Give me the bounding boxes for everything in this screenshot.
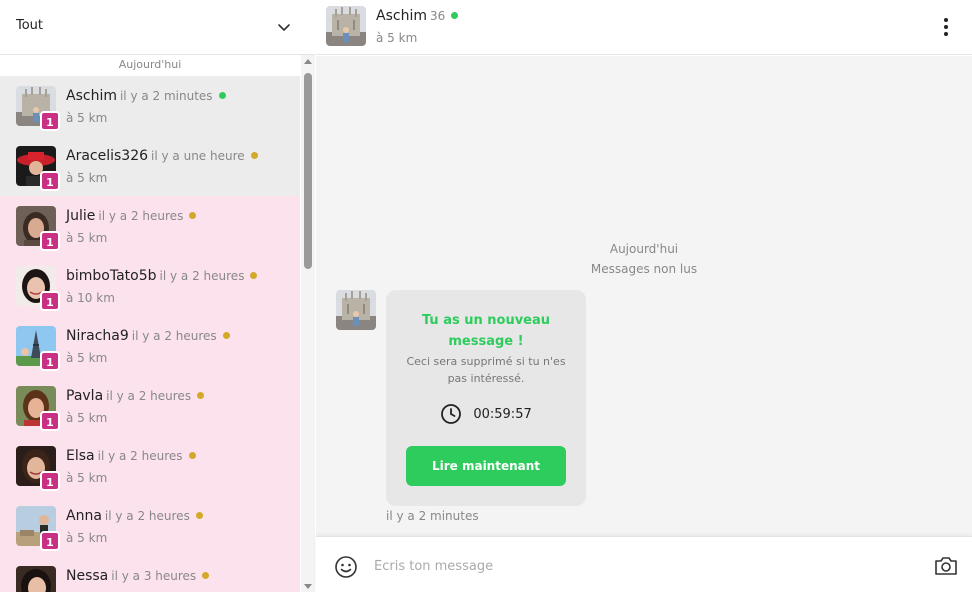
conversation-item[interactable]: 1 bimboTato5b il y a 2 heures à 10 km (0, 256, 300, 316)
away-status-dot (197, 392, 205, 399)
more-vertical-icon[interactable] (936, 16, 956, 38)
conversation-list-wrapper: Aujourd'hui 1 Aschim il y a 2 minutes à 5 k… (0, 55, 315, 592)
chat-body: Aujourd'hui Messages non lus Tu as un no… (316, 56, 972, 536)
unread-count-badge: 1 (40, 231, 60, 251)
conversation-name: Elsa (66, 448, 95, 464)
message-input[interactable] (374, 553, 914, 579)
away-status-dot (202, 572, 210, 579)
clock-icon (441, 404, 462, 424)
conversation-time: il y a une heure (151, 149, 245, 163)
conversation-distance: à 5 km (66, 231, 108, 245)
away-status-dot (195, 512, 203, 519)
conversation-time: il y a 2 minutes (119, 89, 213, 103)
chat-user-age: 36 (429, 9, 446, 23)
chat-day-separator: Aujourd'hui (609, 242, 679, 256)
message-composer (316, 536, 972, 592)
conversation-name: Julie (66, 208, 96, 224)
chat-user-name: Aschim 36 (376, 8, 459, 24)
avatar (16, 566, 56, 592)
read-now-button[interactable]: Lire maintenant (406, 446, 566, 486)
scrollbar[interactable] (301, 55, 315, 592)
conversation-time: il y a 2 heures (159, 269, 245, 283)
card-subtitle: Ceci sera supprimé si tu n'es pas intére… (406, 355, 566, 385)
away-status-dot (250, 152, 258, 159)
chat-user-distance: à 5 km (376, 31, 418, 45)
conversation-time: il y a 2 heures (97, 449, 183, 463)
conversation-name: Niracha9 (66, 328, 129, 344)
unread-count-badge: 1 (40, 111, 60, 131)
conversation-item[interactable]: 1 Niracha9 il y a 2 heures à 5 km (0, 316, 300, 376)
conversation-distance: à 5 km (66, 111, 108, 125)
conversation-name: bimboTato5b (66, 268, 157, 284)
conversation-time: il y a 3 heures (111, 569, 197, 583)
day-separator: Aujourd'hui (118, 58, 182, 71)
filter-dropdown[interactable]: Tout (0, 0, 315, 55)
conversation-item[interactable]: 1 Anna il y a 2 heures à 5 km (0, 496, 300, 556)
conversation-header: Niracha9 il y a 2 heures (66, 328, 230, 344)
unread-count-badge: 1 (40, 351, 60, 371)
unread-count-badge: 1 (40, 411, 60, 431)
conversation-header: Anna il y a 2 heures (66, 508, 203, 524)
conversation-distance: à 5 km (66, 171, 108, 185)
conversation-header: Pavla il y a 2 heures (66, 388, 205, 404)
message-avatar[interactable] (336, 290, 376, 330)
conversation-header: Aschim il y a 2 minutes (66, 88, 226, 104)
chevron-down-icon (278, 24, 290, 31)
avatar[interactable] (326, 6, 366, 46)
conversation-item[interactable]: 1 Pavla il y a 2 heures à 5 km (0, 376, 300, 436)
away-status-dot (222, 332, 230, 339)
conversation-header: Elsa il y a 2 heures (66, 448, 196, 464)
conversation-name: Nessa (66, 568, 109, 584)
unread-messages-label: Messages non lus (590, 262, 698, 276)
conversation-distance: à 5 km (66, 471, 108, 485)
conversation-item[interactable]: 1 Aracelis326 il y a une heure à 5 km (0, 136, 300, 196)
countdown-value: 00:59:57 (473, 406, 532, 422)
away-status-dot (189, 212, 197, 219)
conversation-distance: à 5 km (66, 411, 108, 425)
new-message-card: Tu as un nouveau message ! Ceci sera sup… (386, 290, 586, 506)
unread-count-badge: 1 (40, 531, 60, 551)
conversation-header: Aracelis326 il y a une heure (66, 148, 258, 164)
online-status-dot (218, 92, 226, 99)
online-status-dot (451, 12, 459, 19)
conversation-time: il y a 2 heures (98, 209, 184, 223)
scroll-thumb[interactable] (304, 73, 312, 269)
conversation-header: bimboTato5b il y a 2 heures (66, 268, 258, 284)
filter-label: Tout (16, 18, 44, 33)
unread-count-badge: 1 (40, 171, 60, 191)
scroll-down-arrow-icon[interactable] (304, 584, 312, 589)
chat-user-name-text: Aschim (376, 8, 427, 24)
camera-icon[interactable] (934, 555, 958, 577)
emoji-smile-icon[interactable] (334, 555, 358, 579)
conversation-name: Pavla (66, 388, 104, 404)
countdown-timer: 00:59:57 (386, 403, 586, 427)
conversation-panel: Tout Aujourd'hui 1 Aschim il y a 2 minutes… (0, 0, 315, 592)
conversation-distance: à 5 km (66, 531, 108, 545)
conversation-header: Julie il y a 2 heures (66, 208, 197, 224)
conversation-distance: à 5 km (66, 351, 108, 365)
unread-count-badge: 1 (40, 291, 60, 311)
conversation-name: Anna (66, 508, 102, 524)
conversation-item[interactable]: Nessa il y a 3 heures (0, 556, 300, 592)
conversation-list: 1 Aschim il y a 2 minutes à 5 km 1 Aracelis32… (0, 76, 300, 592)
chat-header: Aschim 36 à 5 km (316, 0, 972, 55)
conversation-item[interactable]: 1 Aschim il y a 2 minutes à 5 km (0, 76, 300, 136)
conversation-name: Aschim (66, 88, 117, 104)
conversation-header: Nessa il y a 3 heures (66, 568, 210, 584)
conversation-time: il y a 2 heures (131, 329, 217, 343)
conversation-distance: à 10 km (66, 291, 115, 305)
scroll-up-arrow-icon[interactable] (304, 59, 312, 64)
conversation-time: il y a 2 heures (104, 509, 190, 523)
away-status-dot (188, 452, 196, 459)
conversation-time: il y a 2 heures (106, 389, 192, 403)
conversation-item[interactable]: 1 Julie il y a 2 heures à 5 km (0, 196, 300, 256)
unread-count-badge: 1 (40, 471, 60, 491)
conversation-item[interactable]: 1 Elsa il y a 2 heures à 5 km (0, 436, 300, 496)
message-timestamp: il y a 2 minutes (386, 509, 479, 523)
conversation-name: Aracelis326 (66, 148, 149, 164)
away-status-dot (250, 272, 258, 279)
card-title: Tu as un nouveau message ! (421, 313, 551, 349)
